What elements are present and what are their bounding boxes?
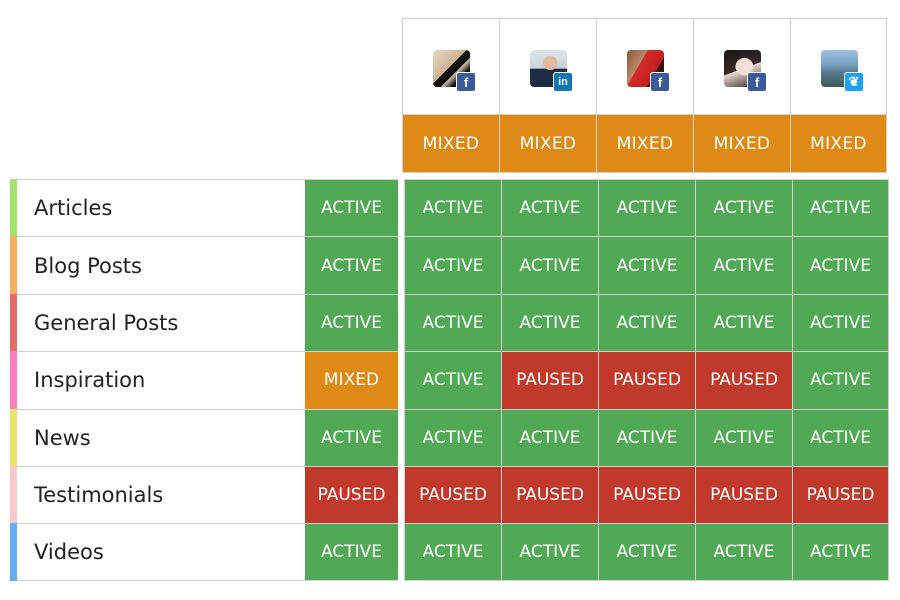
status-cell[interactable]: ACTIVE (404, 179, 501, 237)
category-color-stripe (10, 523, 17, 581)
category-row: Blog Posts ACTIVE (10, 236, 399, 294)
status-cell[interactable]: ACTIVE (792, 179, 889, 237)
category-row: Inspiration MIXED (10, 351, 399, 409)
facebook-icon: f (456, 72, 476, 92)
category-label[interactable]: Blog Posts (17, 236, 305, 293)
status-cell[interactable]: ACTIVE (695, 179, 792, 237)
status-cell[interactable]: ACTIVE (792, 293, 889, 352)
status-cell[interactable]: ACTIVE (501, 523, 598, 581)
status-cell[interactable]: ACTIVE (598, 179, 695, 237)
linkedin-icon: in (553, 72, 573, 92)
status-cell[interactable]: ACTIVE (501, 408, 598, 466)
status-cell[interactable]: ACTIVE (598, 293, 695, 352)
status-cell[interactable]: ACTIVE (404, 236, 501, 294)
status-cell[interactable]: ACTIVE (695, 236, 792, 294)
account-status[interactable]: MIXED (790, 115, 887, 173)
status-cell[interactable]: PAUSED (695, 466, 792, 524)
category-overall-status[interactable]: ACTIVE (305, 293, 398, 352)
account-avatar-cell[interactable]: f (693, 18, 790, 115)
category-color-stripe (10, 179, 17, 237)
facebook-icon: f (747, 72, 767, 92)
status-cell[interactable]: ACTIVE (792, 236, 889, 294)
category-row: Articles ACTIVE (10, 179, 399, 237)
account-column: in MIXED (499, 18, 596, 173)
account-status[interactable]: MIXED (499, 115, 596, 173)
status-cell[interactable]: ACTIVE (695, 293, 792, 352)
status-cell[interactable]: ACTIVE (695, 523, 792, 581)
status-cell[interactable]: ACTIVE (792, 408, 889, 466)
category-row: Testimonials PAUSED (10, 466, 399, 524)
category-list: Articles ACTIVE Blog Posts ACTIVE Genera… (10, 179, 399, 581)
category-label[interactable]: News (17, 408, 305, 466)
category-overall-status[interactable]: ACTIVE (305, 408, 398, 466)
twitter-icon: ❦ (844, 72, 864, 92)
status-grid: ACTIVE ACTIVE ACTIVE ACTIVE ACTIVE ACTIVE ACTI… (404, 179, 889, 581)
category-color-stripe (10, 351, 17, 409)
category-label[interactable]: Inspiration (17, 351, 305, 408)
status-cell[interactable]: ACTIVE (792, 351, 889, 409)
facebook-icon: f (650, 72, 670, 92)
status-cell[interactable]: ACTIVE (501, 179, 598, 237)
status-cell[interactable]: PAUSED (598, 351, 695, 409)
category-label[interactable]: Testimonials (17, 466, 305, 523)
account-header: f MIXED in MIXED f MIXED f MIXED ❦ MIXED (402, 18, 889, 173)
account-avatar-cell[interactable]: f (402, 18, 499, 115)
category-overall-status[interactable]: ACTIVE (305, 236, 398, 294)
category-overall-status[interactable]: ACTIVE (305, 179, 398, 237)
status-cell[interactable]: PAUSED (792, 466, 889, 524)
status-cell[interactable]: ACTIVE (598, 523, 695, 581)
status-cell[interactable]: ACTIVE (404, 351, 501, 409)
status-cell[interactable]: PAUSED (695, 351, 792, 409)
category-color-stripe (10, 466, 17, 524)
account-column: f MIXED (402, 18, 499, 173)
account-avatar-cell[interactable]: in (499, 18, 596, 115)
category-color-stripe (10, 293, 17, 352)
account-status[interactable]: MIXED (402, 115, 499, 173)
account-status[interactable]: MIXED (693, 115, 790, 173)
status-cell[interactable]: ACTIVE (404, 408, 501, 466)
status-cell[interactable]: PAUSED (501, 351, 598, 409)
status-cell[interactable]: PAUSED (598, 466, 695, 524)
status-cell[interactable]: ACTIVE (501, 293, 598, 352)
category-color-stripe (10, 408, 17, 466)
category-row: General Posts ACTIVE (10, 293, 399, 352)
account-column: ❦ MIXED (790, 18, 887, 173)
account-avatar-cell[interactable]: f (596, 18, 693, 115)
category-label[interactable]: Articles (17, 179, 305, 236)
status-cell[interactable]: ACTIVE (792, 523, 889, 581)
category-overall-status[interactable]: PAUSED (305, 466, 398, 524)
category-overall-status[interactable]: ACTIVE (305, 523, 398, 581)
category-label[interactable]: Videos (17, 523, 305, 581)
status-cell[interactable]: ACTIVE (501, 236, 598, 294)
category-row: News ACTIVE (10, 408, 399, 466)
status-cell[interactable]: ACTIVE (404, 523, 501, 581)
status-cell[interactable]: ACTIVE (404, 293, 501, 352)
account-status[interactable]: MIXED (596, 115, 693, 173)
category-row: Videos ACTIVE (10, 523, 399, 581)
account-avatar-cell[interactable]: ❦ (790, 18, 887, 115)
category-label[interactable]: General Posts (17, 293, 305, 351)
status-cell[interactable]: ACTIVE (598, 408, 695, 466)
account-column: f MIXED (693, 18, 790, 173)
status-cell[interactable]: PAUSED (404, 466, 501, 524)
status-cell[interactable]: PAUSED (501, 466, 598, 524)
status-cell[interactable]: ACTIVE (695, 408, 792, 466)
category-color-stripe (10, 236, 17, 294)
account-column: f MIXED (596, 18, 693, 173)
category-overall-status[interactable]: MIXED (305, 351, 398, 409)
status-cell[interactable]: ACTIVE (598, 236, 695, 294)
